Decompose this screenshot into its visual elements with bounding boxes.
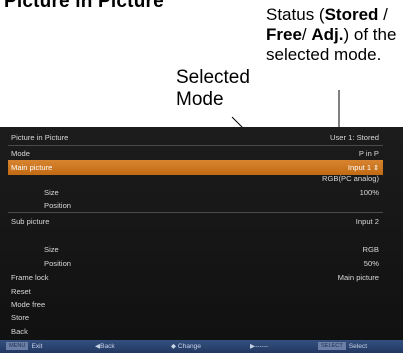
menu-row-sub-size[interactable]: Size RGB xyxy=(8,242,383,257)
menu-row-value: RGB(PC analog) xyxy=(322,174,379,183)
footer-change[interactable]: ◆ Change xyxy=(171,340,201,353)
menu-title-row: Picture in Picture User 1: Stored xyxy=(8,130,383,146)
menu-row-label: Size xyxy=(44,245,59,254)
footer-next[interactable]: ▶------ xyxy=(250,340,268,353)
menu-row-label: Mode xyxy=(11,149,30,158)
menu-title: Picture in Picture xyxy=(11,133,69,142)
menu-row-label: Back xyxy=(11,327,28,336)
menu-row-signal: RGB(PC analog) xyxy=(8,171,383,186)
menu-row-label: Position xyxy=(44,259,72,268)
menu-row-back[interactable]: Back xyxy=(8,324,383,339)
menu-row-frame-lock[interactable]: Frame lock Main picture xyxy=(8,270,383,285)
select-key-icon: SELECT xyxy=(318,342,346,350)
menu-row-value: 50% xyxy=(363,259,379,268)
menu-row-sub-position[interactable]: Position 50% xyxy=(8,256,383,271)
menu-row-value: P in P xyxy=(358,149,379,158)
annotation-pointers xyxy=(231,90,340,136)
menu-status-value: User 1: Stored xyxy=(330,133,379,142)
menu-row-value: Input 2 xyxy=(355,217,379,226)
menu-row-value: RGB xyxy=(362,245,379,254)
footer-select[interactable]: SELECT Select xyxy=(318,340,367,353)
menu-row-label: Sub picture xyxy=(11,217,50,226)
menu-row-store[interactable]: Store xyxy=(8,310,383,325)
menu-row-label: Frame lock xyxy=(11,273,49,282)
menu-row-main-position[interactable]: Position xyxy=(8,198,383,213)
menu-row-mode[interactable]: Mode P in P xyxy=(8,146,383,161)
menu-row-value: Main picture xyxy=(337,273,379,282)
footer-select-label: Select xyxy=(348,343,368,350)
footer-exit-label: Exit xyxy=(31,343,43,350)
menu-key-icon: MENU xyxy=(6,342,29,350)
menu-row-sub-picture[interactable]: Sub picture Input 2 xyxy=(8,214,383,229)
menu-row-label: Store xyxy=(11,313,30,322)
menu-row-label: Position xyxy=(44,201,72,210)
footer-back[interactable]: ◀Back xyxy=(95,340,115,353)
footer-exit[interactable]: MENU Exit xyxy=(6,340,42,353)
osd-footer: MENU Exit ◀Back ◆ Change ▶------ SELECT Se… xyxy=(0,340,403,353)
menu-divider xyxy=(8,212,383,213)
